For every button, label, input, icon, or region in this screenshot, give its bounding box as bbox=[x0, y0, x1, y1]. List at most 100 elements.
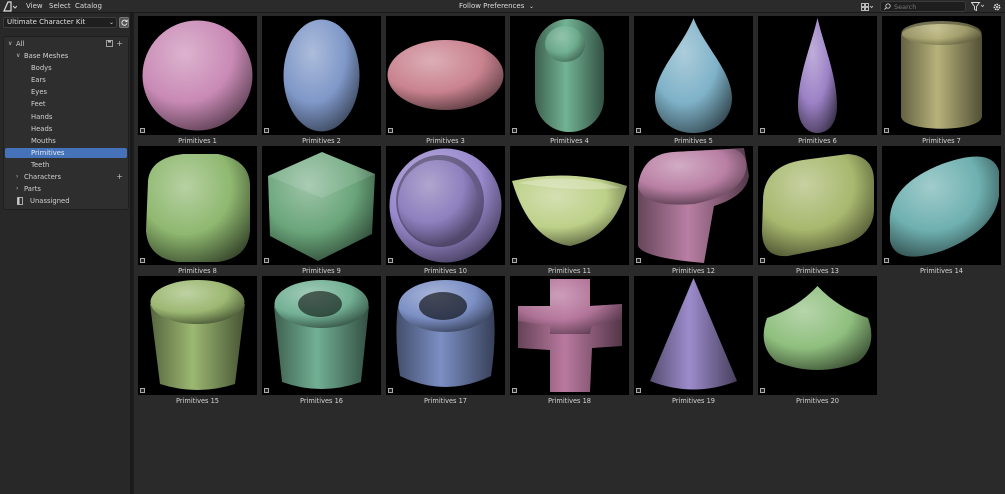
asset-tile[interactable]: Primitives 17 bbox=[386, 276, 505, 405]
asset-tile[interactable]: Primitives 12 bbox=[634, 146, 753, 275]
catalog-item-label: Teeth bbox=[31, 161, 50, 169]
filter-icon bbox=[971, 2, 985, 11]
catalog-item-bodys[interactable]: Bodys bbox=[5, 63, 127, 73]
catalog-item-base-meshes[interactable]: ∨ Base Meshes bbox=[5, 51, 127, 61]
asset-thumbnail bbox=[510, 16, 629, 135]
search-field[interactable] bbox=[880, 1, 966, 12]
add-catalog-icon[interactable]: + bbox=[116, 39, 123, 49]
asset-thumbnail bbox=[262, 276, 381, 395]
asset-thumbnail bbox=[138, 16, 257, 135]
catalog-item-label: Parts bbox=[24, 185, 41, 193]
filter-button[interactable] bbox=[969, 1, 987, 12]
asset-type-icon bbox=[140, 258, 145, 263]
asset-type-icon bbox=[512, 258, 517, 263]
asset-tile[interactable]: Primitives 1 bbox=[138, 16, 257, 145]
search-input[interactable] bbox=[894, 2, 964, 11]
asset-thumbnail bbox=[386, 16, 505, 135]
catalog-item-characters[interactable]: › Characters + bbox=[5, 172, 127, 182]
asset-type-icon bbox=[636, 388, 641, 393]
asset-thumbnail bbox=[634, 146, 753, 265]
catalog-item-all[interactable]: ∨ All + bbox=[5, 39, 127, 49]
flat-ellipsoid-shape bbox=[387, 40, 504, 110]
catalog-item-mouths[interactable]: Mouths bbox=[5, 136, 127, 146]
asset-tile[interactable]: Primitives 2 bbox=[262, 16, 381, 145]
asset-tile[interactable]: Primitives 8 bbox=[138, 146, 257, 275]
catalog-item-feet[interactable]: Feet bbox=[5, 99, 127, 109]
import-method-dropdown[interactable]: Follow Preferences ⌄ bbox=[453, 1, 537, 12]
asset-name: Primitives 11 bbox=[548, 267, 591, 275]
catalog-item-label: Unassigned bbox=[30, 197, 70, 205]
cone-shape bbox=[650, 278, 737, 390]
bowl-shape bbox=[389, 148, 502, 263]
asset-thumbnail bbox=[882, 16, 1001, 135]
catalog-item-parts[interactable]: › Parts bbox=[5, 184, 127, 194]
asset-name: Primitives 6 bbox=[798, 137, 837, 145]
catalog-item-teeth[interactable]: Teeth bbox=[5, 160, 127, 170]
catalog-item-unassigned[interactable]: Unassigned bbox=[5, 196, 127, 206]
catalog-item-label: Hands bbox=[31, 113, 53, 121]
display-mode-button[interactable] bbox=[859, 1, 875, 12]
asset-name: Primitives 1 bbox=[178, 137, 217, 145]
asset-tile[interactable]: Primitives 15 bbox=[138, 276, 257, 405]
asset-name: Primitives 2 bbox=[302, 137, 341, 145]
asset-type-icon bbox=[264, 258, 269, 263]
asset-thumbnail bbox=[138, 146, 257, 265]
asset-name: Primitives 16 bbox=[300, 397, 343, 405]
stadium-prism-shape bbox=[638, 148, 749, 263]
asset-name: Primitives 10 bbox=[424, 267, 467, 275]
asset-tile[interactable]: Primitives 4 bbox=[510, 16, 629, 145]
asset-tile[interactable]: Primitives 3 bbox=[386, 16, 505, 145]
catalog-item-ears[interactable]: Ears bbox=[5, 75, 127, 85]
asset-thumbnail bbox=[882, 146, 1001, 265]
asset-tile[interactable]: Primitives 13 bbox=[758, 146, 877, 275]
expand-arrow-icon[interactable]: ∨ bbox=[8, 39, 12, 49]
asset-tile[interactable]: Primitives 5 bbox=[634, 16, 753, 145]
tube-shape bbox=[274, 280, 369, 389]
asset-type-icon bbox=[388, 128, 393, 133]
half-bowl-shape bbox=[512, 175, 627, 246]
catalog-item-eyes[interactable]: Eyes bbox=[5, 87, 127, 97]
asset-type-icon bbox=[388, 388, 393, 393]
expand-arrow-icon[interactable]: ∨ bbox=[16, 51, 20, 61]
asset-thumbnail bbox=[510, 146, 629, 265]
expand-arrow-icon[interactable]: › bbox=[16, 184, 18, 194]
catalog-item-heads[interactable]: Heads bbox=[5, 124, 127, 134]
asset-thumbnail bbox=[634, 276, 753, 395]
expand-arrow-icon[interactable]: › bbox=[16, 172, 18, 182]
asset-tile[interactable]: Primitives 19 bbox=[634, 276, 753, 405]
refresh-library-button[interactable] bbox=[119, 17, 129, 28]
onion-shape bbox=[763, 286, 872, 370]
add-catalog-icon[interactable]: + bbox=[116, 172, 123, 182]
asset-type-icon bbox=[760, 388, 765, 393]
refresh-icon bbox=[120, 19, 128, 26]
asset-thumbnail bbox=[262, 16, 381, 135]
asset-tile[interactable]: Primitives 9 bbox=[262, 146, 381, 275]
catalog-item-label: Heads bbox=[31, 125, 53, 133]
rounded-cube-shape bbox=[146, 154, 250, 262]
catalog-tree: ∨ All + ∨ Base Meshes Bodys Ears Eyes Fe… bbox=[3, 36, 129, 210]
asset-tile[interactable]: Primitives 16 bbox=[262, 276, 381, 405]
asset-tile[interactable]: Primitives 14 bbox=[882, 146, 1001, 275]
settings-button[interactable] bbox=[990, 1, 1003, 12]
asset-library-dropdown[interactable]: Ultimate Character Kit ⌄ bbox=[3, 17, 117, 28]
catalog-item-label: Mouths bbox=[31, 137, 56, 145]
menu-select[interactable]: Select bbox=[47, 1, 73, 12]
catalog-item-label: Primitives bbox=[31, 149, 65, 157]
tilted-disc-shape bbox=[889, 156, 999, 257]
menu-catalog[interactable]: Catalog bbox=[73, 1, 104, 12]
asset-name: Primitives 19 bbox=[672, 397, 715, 405]
catalog-item-primitives[interactable]: Primitives bbox=[5, 148, 127, 158]
catalog-item-hands[interactable]: Hands bbox=[5, 112, 127, 122]
asset-tile[interactable]: Primitives 7 bbox=[882, 16, 1001, 145]
asset-tile[interactable]: Primitives 10 bbox=[386, 146, 505, 275]
save-catalog-icon[interactable] bbox=[106, 40, 113, 50]
menu-view[interactable]: View bbox=[24, 1, 45, 12]
editor-type-button[interactable] bbox=[3, 1, 17, 12]
asset-type-icon bbox=[884, 258, 889, 263]
asset-name: Primitives 7 bbox=[922, 137, 961, 145]
asset-tile[interactable]: Primitives 11 bbox=[510, 146, 629, 275]
asset-tile[interactable]: Primitives 6 bbox=[758, 16, 877, 145]
asset-type-icon bbox=[636, 258, 641, 263]
asset-tile[interactable]: Primitives 18 bbox=[510, 276, 629, 405]
asset-tile[interactable]: Primitives 20 bbox=[758, 276, 877, 405]
